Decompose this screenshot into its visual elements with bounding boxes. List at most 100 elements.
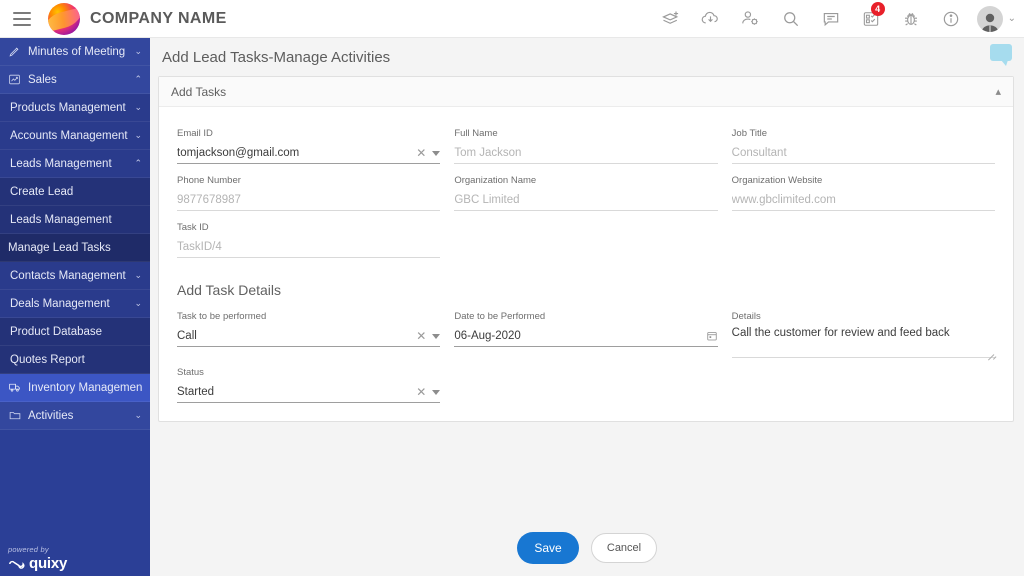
brand-name: COMPANY NAME — [90, 10, 227, 28]
form-column: Email ID tomjackson@gmail.com ✕ — [177, 119, 440, 166]
clear-icon[interactable]: ✕ — [416, 386, 426, 398]
form-row: Phone Number 9877678987 Organization Nam… — [177, 166, 995, 213]
chat-bubble-icon[interactable] — [990, 44, 1012, 61]
search-icon[interactable] — [771, 0, 811, 38]
chevron-down-icon[interactable] — [432, 151, 440, 156]
main-content-area: Add Lead Tasks-Manage Activities Add Tas… — [150, 38, 1024, 576]
chevron-down-icon: ⌄ — [134, 102, 142, 113]
phone-number-input[interactable]: 9877678987 — [177, 190, 440, 211]
clear-icon[interactable]: ✕ — [416, 147, 426, 159]
sidebar-item-quotes-report[interactable]: Quotes Report — [0, 346, 150, 374]
field-date-to-be-performed: Date to be Performed 06-Aug-2020 — [454, 302, 717, 349]
tasks-icon[interactable]: 4 — [851, 0, 891, 38]
calendar-icon[interactable] — [706, 330, 718, 342]
task-id-input[interactable]: TaskID/4 — [177, 237, 440, 258]
task-to-be-performed-select[interactable]: Call ✕ — [177, 326, 440, 347]
chevron-down-icon[interactable] — [432, 390, 440, 395]
field-value: Tom Jackson — [454, 147, 521, 159]
sidebar-item-contacts-management[interactable]: Contacts Management ⌄ — [0, 262, 150, 290]
sidebar-item-label: Minutes of Meeting — [28, 46, 130, 58]
sidebar-item-minutes-of-meeting[interactable]: Minutes of Meeting ⌄ — [0, 38, 150, 66]
field-value: TaskID/4 — [177, 241, 222, 253]
field-label: Organization Website — [732, 174, 995, 187]
chevron-down-icon: ⌄ — [134, 410, 142, 421]
chevron-up-icon: ⌃ — [134, 158, 142, 169]
chevron-down-icon[interactable] — [432, 334, 440, 339]
quixy-wordmark: quixy — [29, 555, 67, 572]
sidebar-item-activities[interactable]: Activities ⌄ — [0, 402, 150, 430]
sidebar-item-leads-management[interactable]: Leads Management ⌃ — [0, 150, 150, 178]
card-body: Email ID tomjackson@gmail.com ✕ — [159, 107, 1013, 421]
sidebar-item-label: Activities — [28, 410, 130, 422]
organization-website-input[interactable]: www.gbclimited.com — [732, 190, 995, 211]
organization-name-input[interactable]: GBC Limited — [454, 190, 717, 211]
hamburger-menu-icon[interactable] — [0, 0, 44, 38]
form-column: Status Started ✕ — [177, 358, 440, 405]
sidebar-item-label: Product Database — [10, 326, 142, 338]
sidebar-item-label: Deals Management — [10, 298, 130, 310]
form-column: Organization Website www.gbclimited.com — [732, 166, 995, 213]
sidebar-item-label: Manage Lead Tasks — [8, 242, 142, 254]
chevron-up-icon[interactable]: ▴ — [995, 85, 1001, 98]
avatar-chevron-down-icon: ⌄ — [1008, 13, 1016, 24]
chevron-down-icon: ⌄ — [134, 130, 142, 141]
sidebar-navigation: Minutes of Meeting ⌄ Sales ⌃ Products Ma… — [0, 38, 150, 576]
form-row: Email ID tomjackson@gmail.com ✕ — [177, 119, 995, 166]
form-row: Status Started ✕ — [177, 358, 995, 405]
field-value: Call the customer for review and feed ba… — [732, 326, 995, 355]
field-task-id: Task ID TaskID/4 — [177, 213, 440, 260]
quixy-mark-icon — [8, 558, 25, 570]
user-profile-menu[interactable]: ⌄ — [971, 6, 1016, 32]
email-id-input[interactable]: tomjackson@gmail.com ✕ — [177, 143, 440, 164]
sidebar-item-deals-management[interactable]: Deals Management ⌄ — [0, 290, 150, 318]
date-to-be-performed-input[interactable]: 06-Aug-2020 — [454, 326, 717, 347]
cloud-download-icon[interactable] — [691, 0, 731, 38]
section-title: Add Task Details — [177, 282, 995, 298]
chevron-up-icon: ⌃ — [134, 74, 142, 85]
field-label: Organization Name — [454, 174, 717, 187]
field-details: Details Call the customer for review and… — [732, 302, 995, 358]
field-email-id: Email ID tomjackson@gmail.com ✕ — [177, 119, 440, 166]
sidebar-item-products-management[interactable]: Products Management ⌄ — [0, 94, 150, 122]
field-adornments: ✕ — [410, 386, 440, 398]
field-adornments: ✕ — [410, 147, 440, 159]
sidebar-item-inventory-management[interactable]: Inventory Management — [0, 374, 150, 402]
user-settings-icon[interactable] — [731, 0, 771, 38]
form-column: Phone Number 9877678987 — [177, 166, 440, 213]
sidebar-item-leads-management-sub[interactable]: Leads Management — [0, 206, 150, 234]
form-column: Task to be performed Call ✕ — [177, 302, 440, 358]
chevron-down-icon: ⌄ — [134, 270, 142, 281]
sidebar-item-accounts-management[interactable]: Accounts Management ⌄ — [0, 122, 150, 150]
details-textarea[interactable]: Call the customer for review and feed ba… — [732, 326, 995, 358]
chart-icon — [8, 73, 28, 86]
resize-handle-icon[interactable] — [986, 347, 994, 355]
form-column: Date to be Performed 06-Aug-2020 — [454, 302, 717, 358]
powered-by-label: powered by — [8, 545, 67, 554]
avatar — [977, 6, 1003, 32]
sidebar-item-create-lead[interactable]: Create Lead — [0, 178, 150, 206]
field-phone-number: Phone Number 9877678987 — [177, 166, 440, 213]
sidebar-item-label: Leads Management — [10, 158, 130, 170]
clear-icon[interactable]: ✕ — [416, 330, 426, 342]
application-window: COMPANY NAME — [0, 0, 1024, 576]
field-value: Call — [177, 330, 197, 342]
bug-icon[interactable] — [891, 0, 931, 38]
sidebar-item-manage-lead-tasks[interactable]: Manage Lead Tasks — [0, 234, 150, 262]
field-value: GBC Limited — [454, 194, 519, 206]
sidebar-item-sales[interactable]: Sales ⌃ — [0, 66, 150, 94]
sidebar-item-product-database[interactable]: Product Database — [0, 318, 150, 346]
chat-icon[interactable] — [811, 0, 851, 38]
save-button[interactable]: Save — [517, 532, 579, 564]
field-label: Details — [732, 310, 995, 323]
chevron-down-icon: ⌄ — [134, 298, 142, 309]
cancel-button[interactable]: Cancel — [591, 533, 657, 563]
job-title-input[interactable]: Consultant — [732, 143, 995, 164]
info-icon[interactable] — [931, 0, 971, 38]
field-organization-website: Organization Website www.gbclimited.com — [732, 166, 995, 213]
form-column: Organization Name GBC Limited — [454, 166, 717, 213]
status-select[interactable]: Started ✕ — [177, 382, 440, 403]
layers-add-icon[interactable] — [651, 0, 691, 38]
full-name-input[interactable]: Tom Jackson — [454, 143, 717, 164]
pen-icon — [8, 45, 28, 58]
card-title: Add Tasks — [171, 85, 226, 99]
